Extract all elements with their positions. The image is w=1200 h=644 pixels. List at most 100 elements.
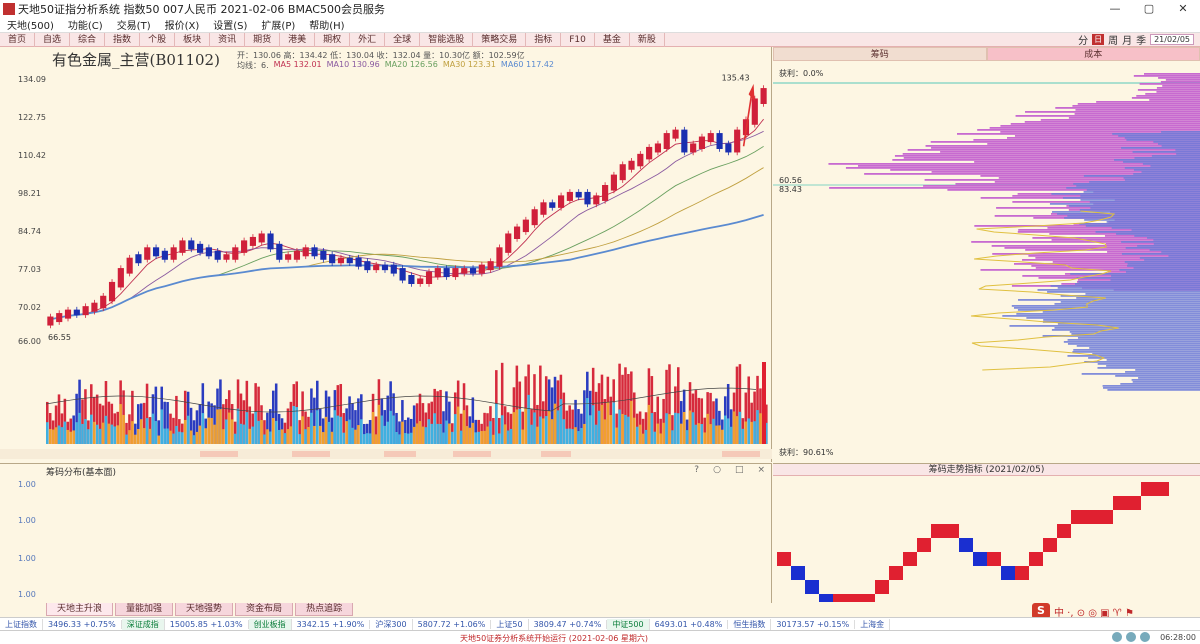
volume-bar-sub	[627, 416, 630, 444]
volume-bar-sub	[524, 408, 527, 444]
tab-indicator[interactable]: 资金布局	[235, 603, 294, 616]
candle-body	[549, 202, 556, 208]
toolbar-item[interactable]: 期权	[315, 32, 351, 47]
ticker-item[interactable]: 上证指数	[0, 618, 43, 630]
ticker-item[interactable]: 5807.72 +1.06%	[413, 619, 492, 629]
toolbar-item[interactable]: 基金	[595, 32, 630, 47]
toolbar-item[interactable]: 板块	[175, 32, 211, 47]
ticker-item[interactable]: 中证500	[607, 618, 650, 630]
chip-bar-blue	[1042, 321, 1200, 323]
chip-bar-blue	[1002, 315, 1200, 317]
toolbar-item[interactable]: 指数	[105, 32, 141, 47]
maximize-icon[interactable]: □	[735, 465, 744, 475]
ticker-item[interactable]: 3342.15 +1.90%	[292, 619, 371, 629]
chip-bar-blue	[1060, 301, 1200, 303]
volume-bar-sub	[198, 425, 202, 444]
toolbar-item[interactable]: 智能选股	[420, 32, 474, 47]
tab-indicator[interactable]: 热点追踪	[295, 603, 354, 616]
volume-bar-sub	[407, 433, 410, 444]
indicator-y-label: 1.00	[18, 590, 36, 599]
toolbar-item[interactable]: 首页	[0, 32, 36, 47]
menu-item-function[interactable]: 功能(C)	[61, 17, 110, 32]
menu-item-settings[interactable]: 设置(S)	[206, 17, 254, 32]
menu-item-help[interactable]: 帮助(H)	[302, 17, 351, 32]
toolbar-item[interactable]: 全球	[385, 32, 421, 47]
time-scroll-strip[interactable]	[0, 449, 772, 459]
indicator-title: 筹码分布(基本面)	[46, 468, 117, 478]
volume-bar-sub	[580, 428, 583, 444]
ticker-item[interactable]: 沪深300	[370, 618, 413, 630]
close-icon[interactable]: ×	[757, 465, 765, 475]
toolbar-item[interactable]: 港美	[280, 32, 316, 47]
period-week[interactable]: 周	[1108, 32, 1118, 47]
tab-cost[interactable]: 成本	[986, 47, 1200, 61]
toolbar-item[interactable]: 个股	[140, 32, 176, 47]
volume-bar-sub	[635, 426, 639, 444]
volume-bar-sub	[495, 403, 498, 444]
candle-body	[690, 143, 697, 153]
tab-indicator[interactable]: 量能加强	[115, 603, 174, 616]
toolbar-item[interactable]: 新股	[630, 32, 665, 47]
ticker-item[interactable]: 恒生指数	[728, 618, 772, 630]
toolbar-item[interactable]: 自选	[35, 32, 71, 47]
ticker-item[interactable]: 上证50	[491, 618, 529, 630]
ticker-item[interactable]: 6493.01 +0.48%	[650, 619, 729, 629]
help-icon[interactable]: ?	[694, 465, 699, 475]
toolbar-item[interactable]: 外汇	[350, 32, 386, 47]
ticker-item[interactable]: 3496.33 +0.75%	[43, 619, 122, 629]
chip-bar-purple	[989, 127, 1200, 129]
maximize-button[interactable]: ▢	[1132, 2, 1166, 15]
toolbar-item[interactable]: 策略交易	[473, 32, 527, 47]
close-button[interactable]: ✕	[1166, 2, 1200, 15]
chip-bar-blue	[1051, 329, 1200, 331]
toolbar-item[interactable]: 综合	[70, 32, 106, 47]
ticker-item[interactable]: 30173.57 +0.15%	[771, 619, 856, 629]
volume-bar-sub	[656, 423, 660, 444]
toolbar-item[interactable]: F10	[561, 32, 595, 47]
volume-bar-sub	[139, 419, 143, 444]
candle-body	[161, 250, 168, 260]
tab-indicator[interactable]: 天地主升浪	[46, 603, 114, 616]
volume-bar-sub	[506, 430, 510, 444]
chip-bar-blue	[1125, 247, 1200, 249]
tab-chips[interactable]: 筹码	[773, 47, 987, 61]
menu-item-trade[interactable]: 交易(T)	[110, 17, 158, 32]
candle-body	[232, 247, 239, 260]
ticker-item[interactable]: 深证成指	[121, 618, 165, 630]
toolbar-item[interactable]: 指标	[526, 32, 562, 47]
chip-bar-blue	[1133, 169, 1200, 171]
ticker-item[interactable]: 15005.85 +1.03%	[165, 619, 249, 629]
period-minute[interactable]: 分	[1078, 32, 1088, 47]
menu-item-extend[interactable]: 扩展(P)	[254, 17, 302, 32]
chip-bar-blue	[1067, 343, 1200, 345]
chip-bar-blue	[1123, 177, 1200, 179]
volume-bar-sub	[318, 425, 322, 444]
ticker-item[interactable]: 创业板指	[248, 618, 292, 630]
ma-line	[50, 146, 764, 320]
volume-bar-sub	[128, 430, 131, 444]
settings-icon[interactable]: ○	[713, 465, 721, 475]
period-day[interactable]: 日	[1092, 34, 1105, 45]
toolbar-item[interactable]: 资讯	[210, 32, 246, 47]
chip-bar-blue	[1066, 187, 1200, 189]
toolbar-item[interactable]: 期货	[245, 32, 281, 47]
ticker-item[interactable]: 3809.47 +0.74%	[529, 619, 608, 629]
minimize-button[interactable]: —	[1098, 2, 1132, 15]
ticker-item[interactable]: 上海金	[855, 618, 891, 630]
candle-body	[584, 191, 591, 205]
chip-bar-blue	[1121, 241, 1200, 243]
volume-bar-sub	[110, 424, 114, 444]
date-selector[interactable]: 21/02/05	[1150, 34, 1194, 45]
menu-item-app[interactable]: 天地(500)	[0, 17, 61, 32]
cost-label-2: 83.43	[779, 185, 802, 194]
period-quarter[interactable]: 季	[1136, 32, 1146, 47]
volume-bar-sub	[345, 421, 348, 444]
chip-bar-blue	[1123, 161, 1200, 163]
period-month[interactable]: 月	[1122, 32, 1132, 47]
chip-bar-blue	[1077, 337, 1200, 339]
chip-bar-purple	[1139, 83, 1200, 85]
menu-item-quote[interactable]: 报价(X)	[158, 17, 207, 32]
chip-bar-blue	[1176, 153, 1200, 155]
tab-indicator[interactable]: 天地强势	[175, 603, 234, 616]
kline-chart[interactable]: 135.43 66.55	[46, 67, 772, 447]
